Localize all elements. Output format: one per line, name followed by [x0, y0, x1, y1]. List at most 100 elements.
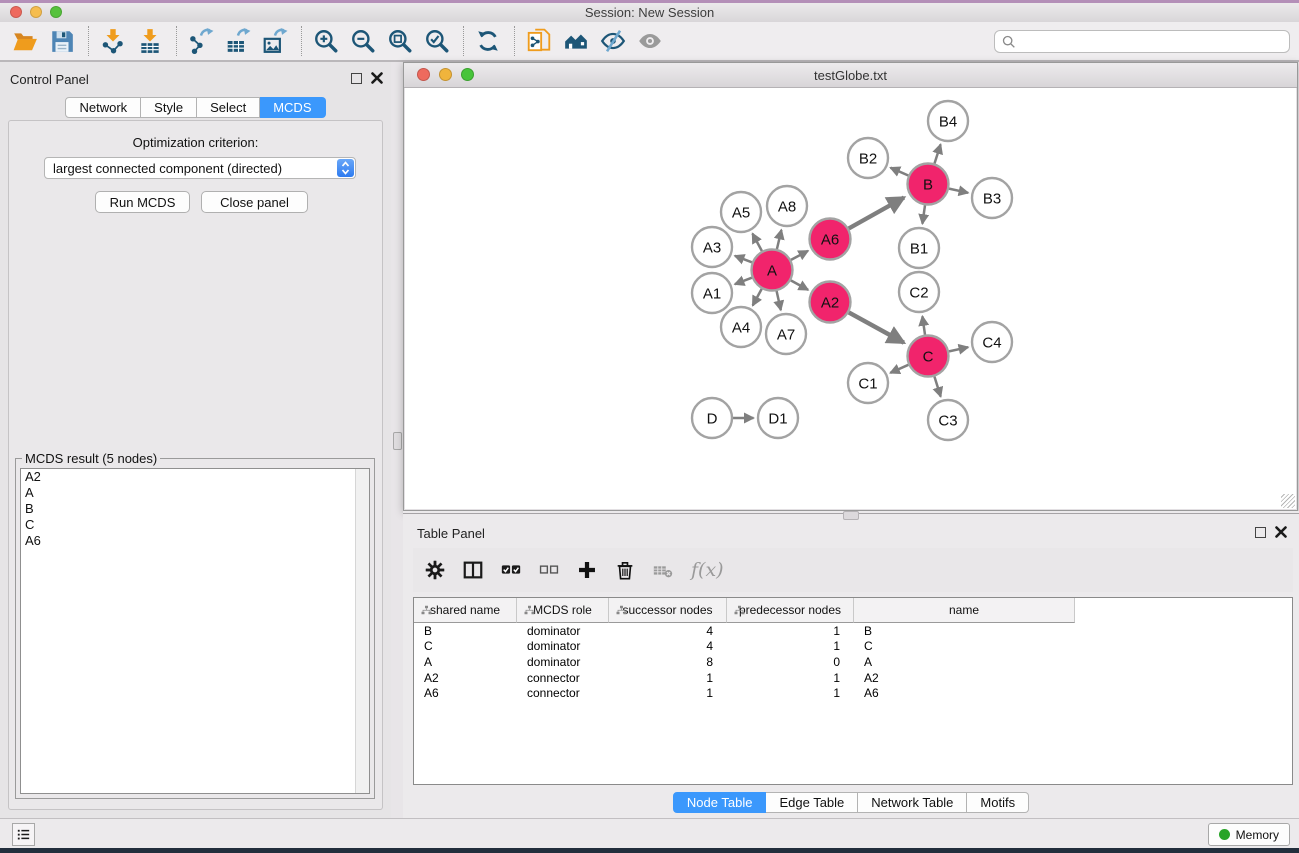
node-A1[interactable]: A1 [692, 273, 732, 313]
table-cell[interactable]: connector [517, 671, 609, 685]
save-session-icon[interactable] [47, 26, 77, 56]
edge-A-A6[interactable] [791, 251, 808, 260]
node-C2[interactable]: C2 [899, 272, 939, 312]
node-A3[interactable]: A3 [692, 227, 732, 267]
float-panel-icon[interactable] [351, 73, 362, 84]
edge-A-A7[interactable] [777, 291, 781, 310]
edge-A2-C[interactable] [849, 312, 904, 342]
open-folder-icon[interactable] [10, 26, 40, 56]
horizontal-splitter[interactable] [403, 511, 1299, 520]
table-cell[interactable]: A [854, 655, 1075, 669]
show-graphics-details-icon[interactable] [635, 26, 665, 56]
edge-A-A1[interactable] [735, 278, 752, 285]
edge-B-B3[interactable] [949, 189, 968, 193]
node-C4[interactable]: C4 [972, 322, 1012, 362]
table-cell[interactable]: 1 [727, 624, 854, 638]
tab-style[interactable]: Style [141, 97, 197, 118]
node-A6[interactable]: A6 [810, 219, 851, 260]
zoom-selected-icon[interactable] [422, 26, 452, 56]
node-C3[interactable]: C3 [928, 400, 968, 440]
vertical-splitter[interactable] [391, 62, 403, 818]
export-network-icon[interactable] [186, 26, 216, 56]
edge-C-C4[interactable] [949, 347, 968, 351]
select-all-icon[interactable] [499, 558, 523, 582]
close-panel-icon[interactable] [371, 72, 383, 84]
column-header-shared-name[interactable]: shared name [414, 598, 517, 623]
zoom-network-window-icon[interactable] [461, 68, 474, 81]
splitter-grip[interactable] [843, 511, 859, 520]
node-A8[interactable]: A8 [767, 186, 807, 226]
table-row[interactable]: A6connector11A6 [414, 685, 1292, 701]
tab-select[interactable]: Select [197, 97, 260, 118]
edge-B-B2[interactable] [891, 168, 909, 176]
table-cell[interactable]: C [414, 639, 517, 653]
splitter-grip[interactable] [393, 432, 402, 450]
node-A4[interactable]: A4 [721, 307, 761, 347]
criterion-dropdown[interactable]: largest connected component (directed) [44, 157, 356, 179]
table-cell[interactable]: A2 [854, 671, 1075, 685]
delete-row-icon[interactable] [613, 558, 637, 582]
result-list-item[interactable]: B [21, 501, 369, 517]
table-row[interactable]: A2connector11A2 [414, 670, 1292, 686]
edge-B-B1[interactable] [922, 205, 925, 223]
table-cell[interactable]: 0 [727, 655, 854, 669]
column-header-successor-nodes[interactable]: successor nodes [609, 598, 727, 623]
edge-A-A2[interactable] [791, 280, 808, 290]
node-A[interactable]: A [752, 250, 793, 291]
table-cell[interactable]: A [414, 655, 517, 669]
table-cell[interactable]: B [414, 624, 517, 638]
close-panel-icon[interactable] [1275, 526, 1287, 538]
tab-network[interactable]: Network [65, 97, 141, 118]
node-B3[interactable]: B3 [972, 178, 1012, 218]
table-cell[interactable]: B [854, 624, 1075, 638]
zoom-out-icon[interactable] [348, 26, 378, 56]
result-list-item[interactable]: A2 [21, 469, 369, 485]
node-D1[interactable]: D1 [758, 398, 798, 438]
close-window-icon[interactable] [10, 6, 22, 18]
result-list-scrollbar[interactable] [355, 469, 369, 793]
edge-A-A4[interactable] [753, 289, 762, 306]
column-header-name[interactable]: name [854, 598, 1075, 623]
import-table-icon[interactable] [135, 26, 165, 56]
edge-C-C3[interactable] [934, 377, 940, 397]
zoom-fit-icon[interactable] [385, 26, 415, 56]
hide-graphics-details-icon[interactable] [598, 26, 628, 56]
export-image-icon[interactable] [260, 26, 290, 56]
node-A7[interactable]: A7 [766, 314, 806, 354]
table-cell[interactable]: dominator [517, 655, 609, 669]
table-cell[interactable]: 1 [609, 686, 727, 700]
task-history-button[interactable] [12, 823, 35, 846]
home-view-icon[interactable] [561, 26, 591, 56]
zoom-in-icon[interactable] [311, 26, 341, 56]
edge-C-C2[interactable] [922, 316, 925, 334]
table-cell[interactable]: 1 [727, 639, 854, 653]
table-cell[interactable]: connector [517, 686, 609, 700]
table-cell[interactable]: 1 [727, 671, 854, 685]
minimize-window-icon[interactable] [30, 6, 42, 18]
float-panel-icon[interactable] [1255, 527, 1266, 538]
node-table[interactable]: shared nameMCDS rolesuccessor nodesprede… [413, 597, 1293, 785]
tab-node-table[interactable]: Node Table [673, 792, 767, 813]
close-network-window-icon[interactable] [417, 68, 430, 81]
network-window-titlebar[interactable]: testGlobe.txt [404, 63, 1297, 88]
table-cell[interactable]: C [854, 639, 1075, 653]
node-B[interactable]: B [908, 164, 949, 205]
edge-B-B4[interactable] [935, 144, 941, 163]
function-builder-icon[interactable]: f(x) [691, 559, 724, 581]
table-row[interactable]: Adominator80A [414, 654, 1292, 670]
table-cell[interactable]: 1 [727, 686, 854, 700]
node-B2[interactable]: B2 [848, 138, 888, 178]
window-resize-grip[interactable] [1281, 494, 1295, 508]
tab-motifs[interactable]: Motifs [967, 792, 1029, 813]
add-row-icon[interactable] [575, 558, 599, 582]
zoom-window-icon[interactable] [50, 6, 62, 18]
table-cell[interactable]: 4 [609, 639, 727, 653]
table-cell[interactable]: A6 [854, 686, 1075, 700]
tab-network-table[interactable]: Network Table [858, 792, 967, 813]
edge-C-C1[interactable] [890, 365, 908, 373]
node-D[interactable]: D [692, 398, 732, 438]
table-row[interactable]: Cdominator41C [414, 639, 1292, 655]
new-session-from-network-icon[interactable] [524, 26, 554, 56]
edge-A6-B[interactable] [849, 198, 904, 229]
table-cell[interactable]: dominator [517, 639, 609, 653]
